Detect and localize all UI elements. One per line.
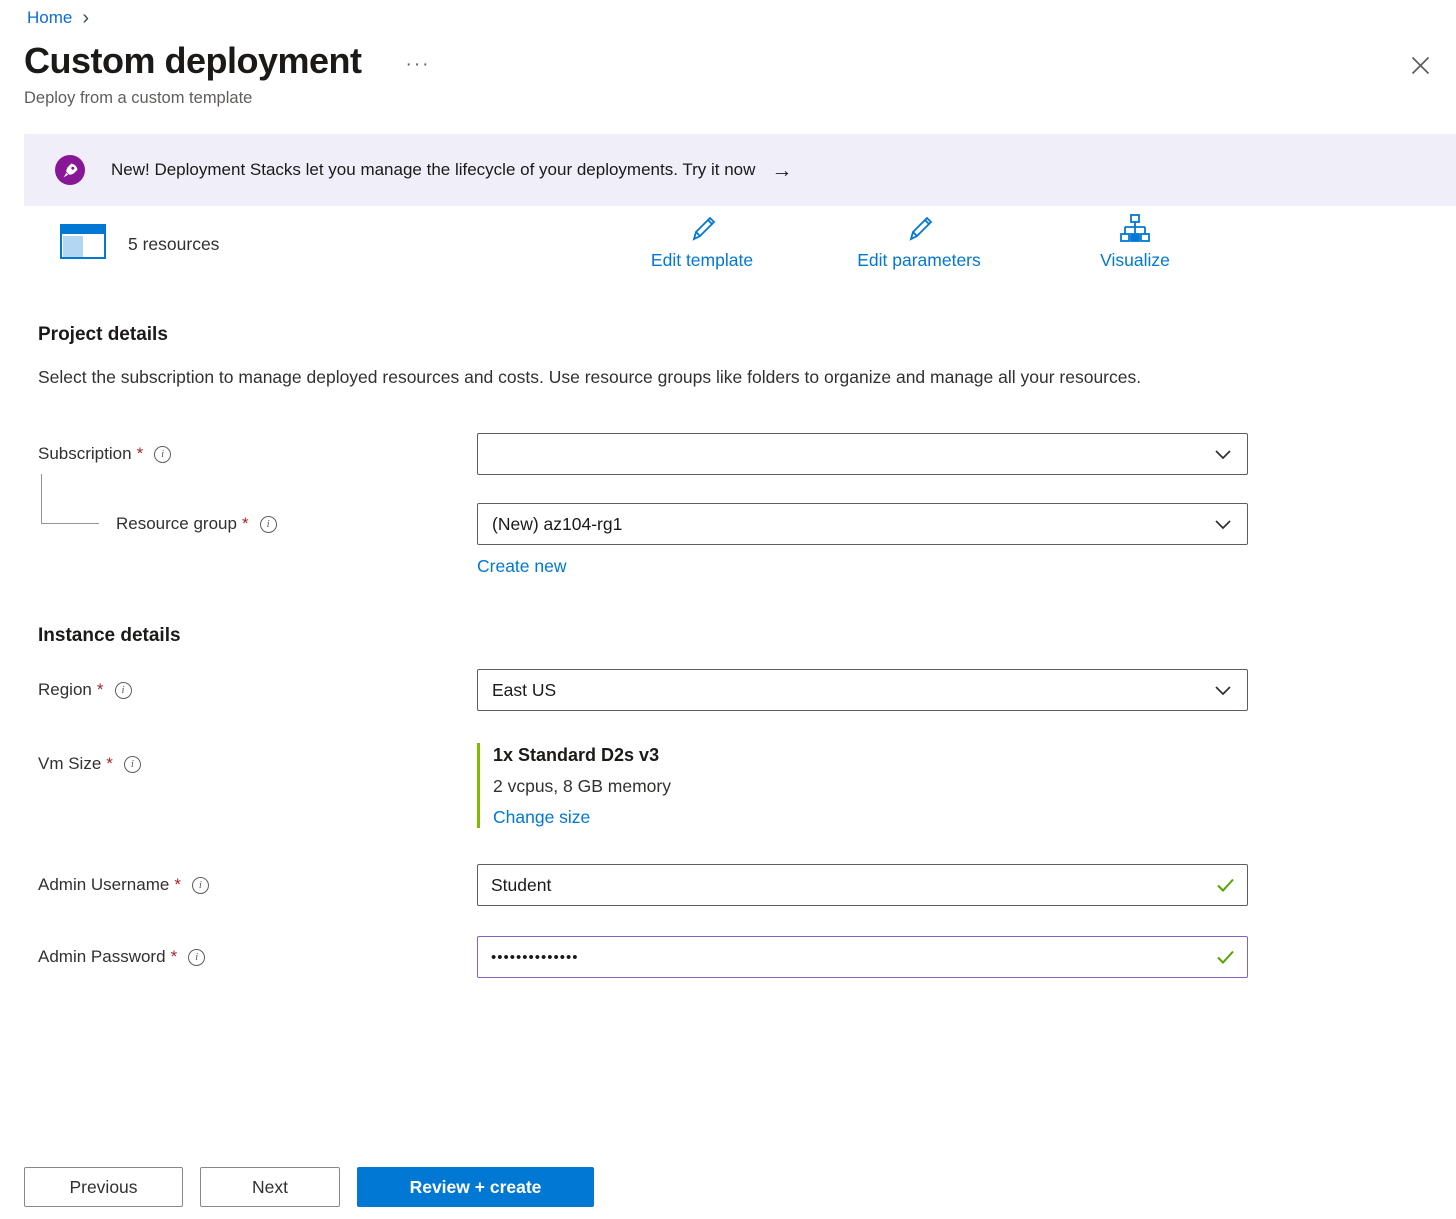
form-row-admin-username: Admin Username * i	[0, 864, 1456, 906]
breadcrumb-home-link[interactable]: Home	[27, 8, 72, 28]
valid-check-icon	[1217, 878, 1234, 897]
resource-group-value: (New) az104-rg1	[492, 514, 622, 535]
info-icon[interactable]: i	[188, 949, 205, 966]
rocket-icon	[55, 155, 85, 185]
info-icon[interactable]: i	[124, 756, 141, 773]
form-row-admin-password: Admin Password * i	[0, 936, 1456, 978]
required-asterisk: *	[242, 514, 249, 534]
previous-button[interactable]: Previous	[24, 1167, 183, 1207]
create-new-link[interactable]: Create new	[477, 556, 567, 577]
info-icon[interactable]: i	[115, 682, 132, 699]
visualize-label: Visualize	[1050, 250, 1220, 271]
resource-group-dropdown[interactable]: (New) az104-rg1	[477, 503, 1248, 545]
required-asterisk: *	[137, 444, 144, 464]
valid-check-icon	[1217, 950, 1234, 969]
banner-text[interactable]: New! Deployment Stacks let you manage th…	[111, 160, 755, 180]
custom-deployment-page: Home › Custom deployment ··· Deploy from…	[0, 0, 1456, 1219]
context-menu-button[interactable]: ···	[406, 46, 431, 76]
page-subtitle: Deploy from a custom template	[0, 89, 1456, 108]
form-row-vm-size: Vm Size * i 1x Standard D2s v3 2 vcpus, …	[0, 743, 1456, 828]
chevron-down-icon	[1215, 444, 1231, 465]
edit-parameters-label: Edit parameters	[834, 250, 1004, 271]
pencil-icon	[905, 229, 933, 246]
vm-size-title: 1x Standard D2s v3	[493, 745, 1248, 766]
change-size-link[interactable]: Change size	[493, 807, 1248, 828]
arrow-right-icon[interactable]: →	[771, 160, 792, 181]
form-row-resource-group: Resource group * i (New) az104-rg1	[0, 503, 1456, 545]
page-title: Custom deployment	[24, 40, 362, 82]
instance-details-heading: Instance details	[0, 625, 1456, 647]
admin-username-label-group: Admin Username * i	[0, 864, 477, 895]
resource-group-label-group: Resource group * i	[0, 503, 477, 534]
admin-username-input[interactable]	[477, 864, 1248, 906]
vm-size-selection: 1x Standard D2s v3 2 vcpus, 8 GB memory …	[477, 743, 1248, 828]
region-dropdown[interactable]: East US	[477, 669, 1248, 711]
resource-group-label: Resource group	[116, 514, 237, 534]
template-icon	[60, 224, 106, 264]
region-value: East US	[492, 680, 556, 701]
chevron-down-icon	[1215, 680, 1231, 701]
org-chart-icon	[1120, 229, 1150, 246]
review-create-button[interactable]: Review + create	[357, 1167, 594, 1207]
form-row-subscription: Subscription * i	[0, 433, 1456, 475]
project-details-heading: Project details	[0, 324, 1456, 346]
info-icon[interactable]: i	[260, 516, 277, 533]
chevron-down-icon	[1215, 514, 1231, 535]
admin-password-input[interactable]	[477, 936, 1248, 978]
vm-size-label-group: Vm Size * i	[0, 743, 477, 774]
edit-template-button[interactable]: Edit template	[617, 214, 787, 271]
deployment-stacks-banner: New! Deployment Stacks let you manage th…	[24, 134, 1456, 206]
resource-count: 5 resources	[128, 234, 219, 255]
subscription-label-group: Subscription * i	[0, 433, 477, 464]
footer-actions: Previous Next Review + create	[24, 1167, 594, 1207]
vm-size-label: Vm Size	[38, 754, 101, 774]
edit-parameters-button[interactable]: Edit parameters	[834, 214, 1004, 271]
admin-username-label: Admin Username	[38, 875, 169, 895]
breadcrumb: Home ›	[0, 0, 1456, 28]
edit-template-label: Edit template	[617, 250, 787, 271]
visualize-button[interactable]: Visualize	[1050, 214, 1220, 271]
info-icon[interactable]: i	[192, 877, 209, 894]
template-summary-row: 5 resources Edit template Edit param	[0, 212, 1456, 284]
form-row-region: Region * i East US	[0, 669, 1456, 711]
title-row: Custom deployment ···	[0, 40, 1456, 82]
template-info: 5 resources	[60, 224, 219, 264]
project-details-description: Select the subscription to manage deploy…	[0, 362, 1195, 393]
region-label: Region	[38, 680, 92, 700]
tree-connector	[41, 474, 99, 524]
info-icon[interactable]: i	[154, 446, 171, 463]
required-asterisk: *	[171, 947, 178, 967]
pencil-icon	[688, 229, 716, 246]
subscription-label: Subscription	[38, 444, 132, 464]
next-button[interactable]: Next	[200, 1167, 340, 1207]
admin-password-label: Admin Password	[38, 947, 166, 967]
vm-size-specs: 2 vcpus, 8 GB memory	[493, 776, 1248, 797]
region-label-group: Region * i	[0, 669, 477, 700]
breadcrumb-chevron-icon: ›	[82, 8, 89, 28]
subscription-dropdown[interactable]	[477, 433, 1248, 475]
required-asterisk: *	[174, 875, 181, 895]
required-asterisk: *	[97, 680, 104, 700]
required-asterisk: *	[106, 754, 113, 774]
close-icon[interactable]	[1407, 52, 1434, 84]
admin-password-label-group: Admin Password * i	[0, 936, 477, 967]
